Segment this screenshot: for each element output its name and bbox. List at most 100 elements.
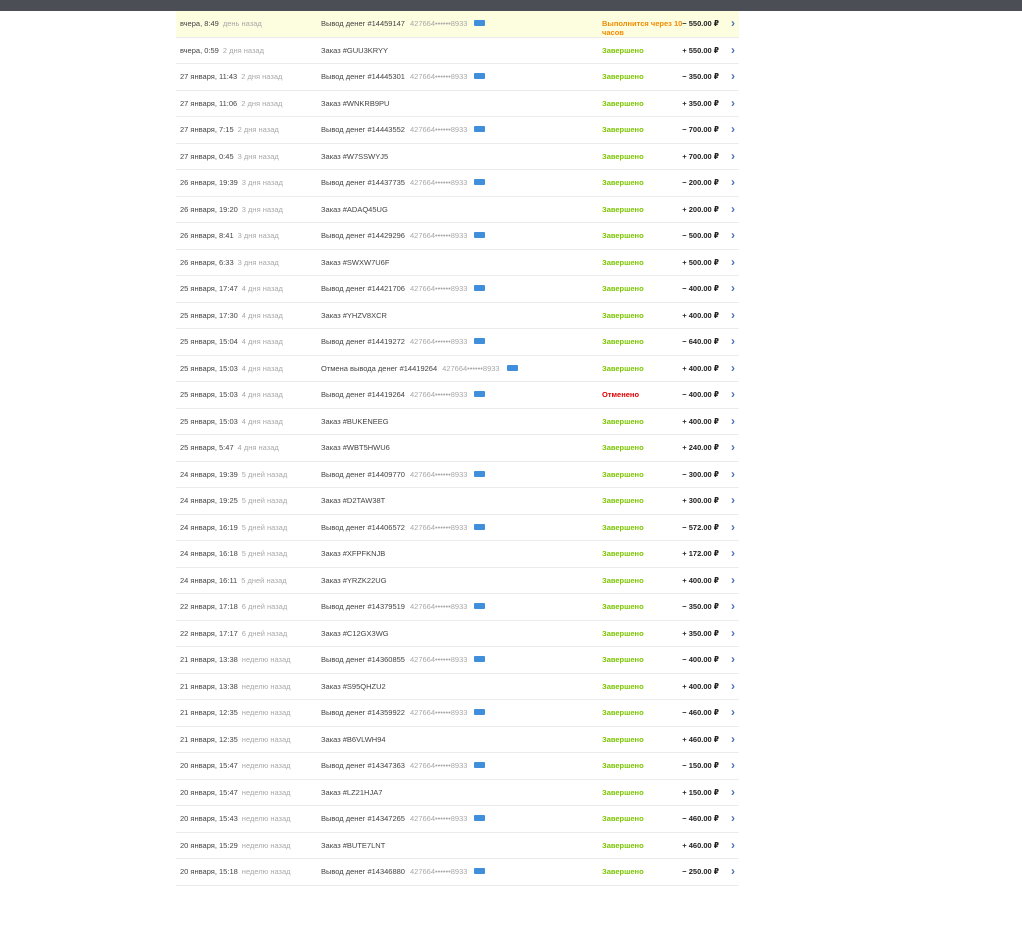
transaction-datetime: вчера, 0:59 <box>180 45 219 55</box>
transaction-row[interactable]: 20 января, 15:29 неделю назад Заказ #BUTE… <box>176 833 739 859</box>
transaction-row[interactable]: вчера, 0:59 2 дня назад Заказ #GUU3KRYY З… <box>176 38 739 64</box>
chevron-right-icon[interactable]: › <box>731 435 735 460</box>
transaction-row[interactable]: 27 января, 0:45 3 дня назад Заказ #W7SSWY… <box>176 144 739 170</box>
chevron-right-icon[interactable]: › <box>731 833 735 858</box>
transaction-row[interactable]: 25 января, 15:03 4 дня назад Отмена вывод… <box>176 356 739 382</box>
transaction-row[interactable]: 22 января, 17:18 6 дней назад Вывод денег… <box>176 594 739 621</box>
transaction-description: Вывод денег #14346880 427664••••••8933 <box>321 859 486 885</box>
transaction-status: Завершено <box>602 72 644 81</box>
chevron-right-icon[interactable]: › <box>731 594 735 619</box>
chevron-right-icon[interactable]: › <box>731 647 735 672</box>
transaction-datetime: 20 января, 15:47 <box>180 787 238 797</box>
transaction-row[interactable]: 27 января, 11:06 2 дня назад Заказ #WNKRB… <box>176 91 739 117</box>
chevron-right-icon[interactable]: › <box>731 170 735 195</box>
transaction-datetime: 22 января, 17:18 <box>180 602 238 611</box>
chevron-right-icon[interactable]: › <box>731 250 735 275</box>
credit-card-icon <box>474 232 486 239</box>
transaction-date: 25 января, 17:47 4 дня назад <box>180 276 283 302</box>
transaction-row[interactable]: 24 января, 16:19 5 дней назад Вывод денег… <box>176 515 739 541</box>
transaction-row[interactable]: 25 января, 17:30 4 дня назад Заказ #YHZV8… <box>176 303 739 329</box>
transaction-title: Заказ #YRZK22UG <box>321 575 387 585</box>
transaction-row[interactable]: 21 января, 12:35 неделю назад Вывод денег… <box>176 700 739 727</box>
transaction-title: Вывод денег #14429296 <box>321 231 405 240</box>
chevron-right-icon[interactable]: › <box>731 356 735 381</box>
chevron-right-icon[interactable]: › <box>731 117 735 142</box>
transaction-date: 27 января, 7:15 2 дня назад <box>180 117 279 143</box>
transaction-row[interactable]: 26 января, 6:33 3 дня назад Заказ #SWXW7U… <box>176 250 739 276</box>
transaction-date: 27 января, 0:45 3 дня назад <box>180 144 279 170</box>
transactions-list: вчера, 8:49 день назад Вывод денег #14459… <box>176 11 739 886</box>
chevron-right-icon[interactable]: › <box>731 700 735 725</box>
chevron-right-icon[interactable]: › <box>731 329 735 354</box>
transaction-row[interactable]: 25 января, 5:47 4 дня назад Заказ #WBT5HW… <box>176 435 739 462</box>
transaction-row[interactable]: 21 января, 13:38 неделю назад Заказ #S95Q… <box>176 674 739 700</box>
card-number: 427664••••••8933 <box>442 363 500 373</box>
transaction-relative-time: 4 дня назад <box>241 363 283 373</box>
transaction-row[interactable]: 20 января, 15:47 неделю назад Вывод денег… <box>176 753 739 780</box>
transaction-title: Вывод денег #14347265 <box>321 814 405 823</box>
transaction-row[interactable]: 21 января, 12:35 неделю назад Заказ #B6VL… <box>176 727 739 753</box>
transaction-status: Завершено <box>602 681 644 691</box>
card-number: 427664••••••8933 <box>409 19 468 28</box>
transaction-row[interactable]: 25 января, 15:03 4 дня назад Заказ #BUKEN… <box>176 409 739 435</box>
chevron-right-icon[interactable]: › <box>731 462 735 487</box>
transaction-row[interactable]: 26 января, 19:20 3 дня назад Заказ #ADAQ4… <box>176 197 739 223</box>
transaction-row[interactable]: 25 января, 17:47 4 дня назад Вывод денег … <box>176 276 739 303</box>
chevron-right-icon[interactable]: › <box>731 541 735 566</box>
transaction-row[interactable]: 25 января, 15:04 4 дня назад Вывод денег … <box>176 329 739 356</box>
transaction-row[interactable]: 21 января, 13:38 неделю назад Вывод денег… <box>176 647 739 674</box>
transaction-row[interactable]: 20 января, 15:18 неделю назад Вывод денег… <box>176 859 739 886</box>
transaction-row[interactable]: 27 января, 11:43 2 дня назад Вывод денег … <box>176 64 739 91</box>
transaction-status: Завершено <box>602 125 644 134</box>
chevron-right-icon[interactable]: › <box>731 753 735 778</box>
chevron-right-icon[interactable]: › <box>731 674 735 699</box>
chevron-right-icon[interactable]: › <box>731 621 735 646</box>
chevron-right-icon[interactable]: › <box>731 859 735 884</box>
transaction-row[interactable]: 22 января, 17:17 6 дней назад Заказ #C12G… <box>176 621 739 647</box>
chevron-right-icon[interactable]: › <box>731 144 735 169</box>
transaction-datetime: вчера, 8:49 <box>180 19 219 28</box>
chevron-right-icon[interactable]: › <box>731 409 735 434</box>
transaction-row[interactable]: 20 января, 15:47 неделю назад Заказ #LZ21… <box>176 780 739 806</box>
transaction-date: вчера, 8:49 день назад <box>180 11 262 37</box>
transaction-row[interactable]: 27 января, 7:15 2 дня назад Вывод денег #… <box>176 117 739 144</box>
chevron-right-icon[interactable]: › <box>731 568 735 593</box>
chevron-right-icon[interactable]: › <box>731 382 735 407</box>
chevron-right-icon[interactable]: › <box>731 727 735 752</box>
chevron-right-icon[interactable]: › <box>731 64 735 89</box>
transaction-row[interactable]: 24 января, 16:11 5 дней назад Заказ #YRZK… <box>176 568 739 594</box>
transaction-row[interactable]: 20 января, 15:43 неделю назад Вывод денег… <box>176 806 739 833</box>
transaction-relative-time: 4 дня назад <box>241 310 283 320</box>
transaction-title: Вывод денег #14443552 <box>321 125 405 134</box>
chevron-right-icon[interactable]: › <box>731 276 735 301</box>
transaction-amount: − 400.00 ₽ <box>682 390 719 399</box>
transaction-row[interactable]: 24 января, 19:25 5 дней назад Заказ #D2TA… <box>176 488 739 515</box>
transaction-status: Завершено <box>602 284 644 293</box>
transaction-title: Вывод денег #14419264 <box>321 390 405 399</box>
transaction-status: Отменено <box>602 390 640 399</box>
chevron-right-icon[interactable]: › <box>731 91 735 116</box>
chevron-right-icon[interactable]: › <box>731 303 735 328</box>
transaction-row[interactable]: 26 января, 19:39 3 дня назад Вывод денег … <box>176 170 739 197</box>
chevron-right-icon[interactable]: › <box>731 197 735 222</box>
transaction-row[interactable]: 24 января, 16:18 5 дней назад Заказ #XFPF… <box>176 541 739 568</box>
credit-card-icon <box>474 179 486 186</box>
chevron-right-icon[interactable]: › <box>731 780 735 805</box>
transaction-status: Завершено <box>602 231 644 240</box>
transaction-row[interactable]: 24 января, 19:39 5 дней назад Вывод денег… <box>176 462 739 488</box>
transaction-row[interactable]: вчера, 8:49 день назад Вывод денег #14459… <box>176 11 739 38</box>
transaction-relative-time: 3 дня назад <box>237 257 279 267</box>
transaction-row[interactable]: 26 января, 8:41 3 дня назад Вывод денег #… <box>176 223 739 250</box>
transaction-relative-time: день назад <box>222 19 262 28</box>
chevron-right-icon[interactable]: › <box>731 223 735 248</box>
chevron-right-icon[interactable]: › <box>731 515 735 540</box>
transaction-datetime: 24 января, 19:25 <box>180 496 238 505</box>
chevron-right-icon[interactable]: › <box>731 806 735 831</box>
chevron-right-icon[interactable]: › <box>731 488 735 513</box>
chevron-right-icon[interactable]: › <box>731 11 735 36</box>
transaction-title: Заказ #W7SSWYJ5 <box>321 151 389 161</box>
chevron-right-icon[interactable]: › <box>731 38 735 63</box>
transaction-amount: + 400.00 ₽ <box>682 310 719 320</box>
transaction-title: Вывод денег #14445301 <box>321 72 405 81</box>
transaction-row[interactable]: 25 января, 15:03 4 дня назад Вывод денег … <box>176 382 739 409</box>
